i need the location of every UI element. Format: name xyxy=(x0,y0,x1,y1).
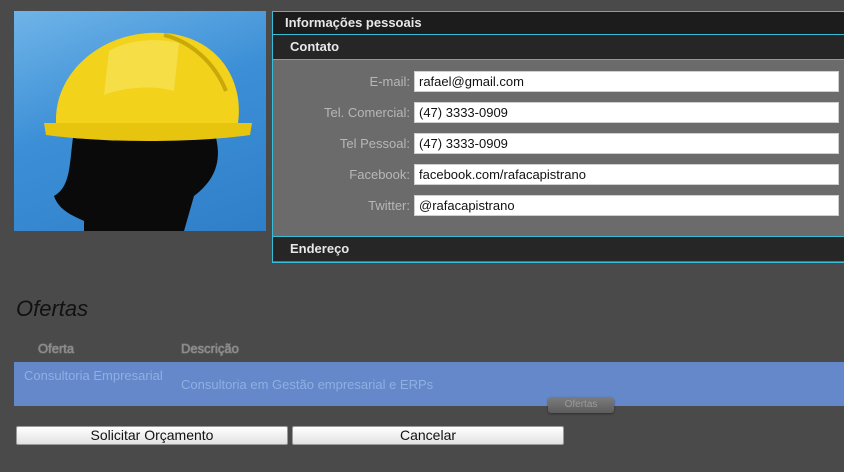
personal-phone-field[interactable]: (47) 3333-0909 xyxy=(414,133,839,154)
cancel-button[interactable]: Cancelar xyxy=(292,426,564,445)
facebook-row: Facebook: facebook.com/rafacapistrano xyxy=(273,163,844,187)
address-section-header[interactable]: Endereço xyxy=(273,236,844,261)
personal-info-panel: Informações pessoais Contato E-mail: raf… xyxy=(272,11,844,263)
business-phone-label: Tel. Comercial: xyxy=(324,105,410,120)
email-field[interactable]: rafael@gmail.com xyxy=(414,71,839,92)
twitter-field[interactable]: @rafacapistrano xyxy=(414,195,839,216)
profile-photo xyxy=(14,11,266,231)
table-row[interactable]: Consultoria Empresarial Consultoria em G… xyxy=(14,362,844,406)
personal-info-header[interactable]: Informações pessoais xyxy=(273,12,844,34)
column-header-description[interactable]: Descrição xyxy=(181,341,239,356)
worker-hardhat-icon xyxy=(44,32,252,231)
twitter-row: Twitter: @rafacapistrano xyxy=(273,194,844,218)
business-phone-row: Tel. Comercial: (47) 3333-0909 xyxy=(273,101,844,125)
offers-tooltip: Ofertas xyxy=(548,397,614,413)
twitter-label: Twitter: xyxy=(368,198,410,213)
email-label: E-mail: xyxy=(369,74,410,89)
contact-section-header[interactable]: Contato xyxy=(273,34,844,60)
facebook-label: Facebook: xyxy=(349,167,410,182)
facebook-field[interactable]: facebook.com/rafacapistrano xyxy=(414,164,839,185)
personal-phone-row: Tel Pessoal: (47) 3333-0909 xyxy=(273,132,844,156)
personal-phone-label: Tel Pessoal: xyxy=(339,136,410,151)
offer-description-cell: Consultoria em Gestão empresarial e ERPs xyxy=(181,377,434,392)
offer-name-cell: Consultoria Empresarial xyxy=(24,368,163,383)
contact-form: E-mail: rafael@gmail.com Tel. Comercial:… xyxy=(273,60,844,236)
email-row: E-mail: rafael@gmail.com xyxy=(273,70,844,94)
request-quote-button[interactable]: Solicitar Orçamento xyxy=(16,426,288,445)
column-header-offer[interactable]: Oferta xyxy=(38,341,74,356)
offers-title: Ofertas xyxy=(16,296,89,321)
business-phone-field[interactable]: (47) 3333-0909 xyxy=(414,102,839,123)
